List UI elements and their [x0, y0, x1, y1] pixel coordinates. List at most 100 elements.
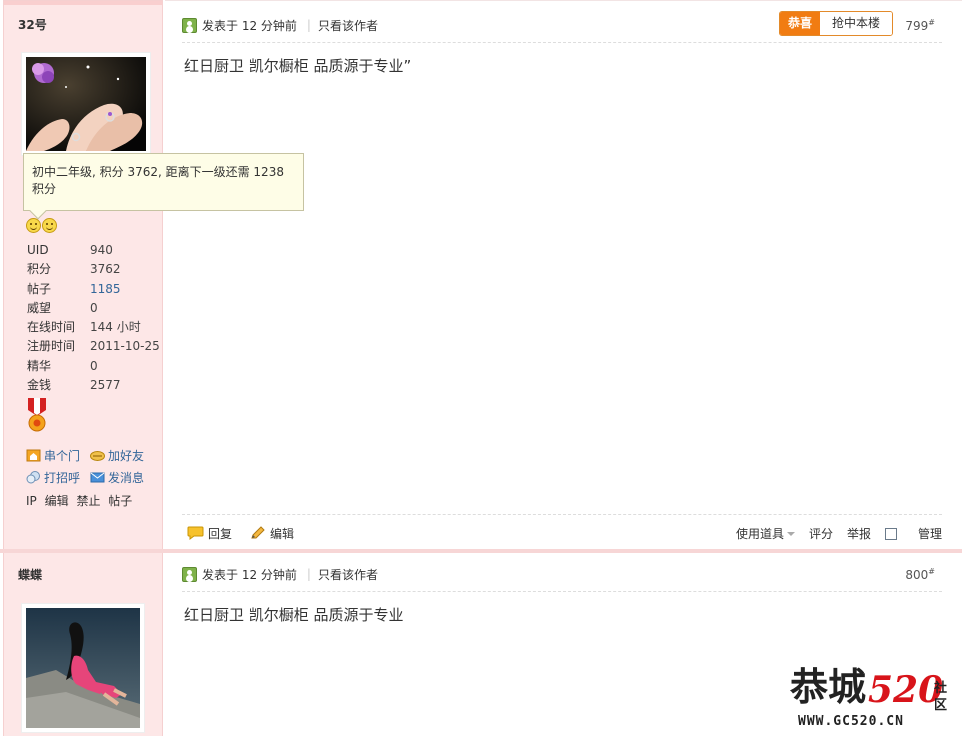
rate-button[interactable]: 评分	[809, 525, 833, 542]
chat-bubble-icon	[26, 470, 40, 483]
greet-label: 打招呼	[44, 470, 81, 485]
stat-value: 3762	[90, 262, 121, 277]
logo-text-cn: 恭城	[790, 664, 866, 709]
author-sidebar: 32号 初中二年级, 积分 3762, 距离下一级还需 1238 积分 UID …	[3, 0, 304, 549]
use-tools-label: 使用道具	[735, 526, 784, 541]
admin-posts-link[interactable]: 帖子	[108, 494, 132, 508]
report-button[interactable]: 举报	[847, 525, 871, 542]
avatar[interactable]	[21, 603, 145, 733]
reply-button[interactable]: 回复	[187, 525, 232, 542]
admin-ban-link[interactable]: 禁止	[76, 494, 100, 508]
home-icon	[26, 449, 41, 461]
send-message-label: 发消息	[108, 470, 145, 485]
stat-value: 0	[90, 300, 98, 315]
post-time: 发表于 12 分钟前	[202, 18, 297, 33]
reply-label: 回复	[208, 526, 233, 541]
tooltip-arrow	[29, 202, 47, 220]
envelope-icon	[90, 472, 105, 482]
author-name[interactable]: 蝶蝶	[18, 566, 42, 583]
edit-button[interactable]: 编辑	[250, 525, 294, 542]
stat-prestige: 威望 0	[27, 299, 162, 318]
admin-links: IP 编辑 禁止 帖子	[26, 492, 132, 509]
stat-register-date: 注册时间 2011-10-25	[27, 337, 162, 356]
logo-url: WWW.GC520.CN	[798, 714, 904, 729]
site-watermark-logo: 恭城 520 社 区 WWW.GC520.CN	[789, 660, 960, 734]
divider	[182, 591, 942, 592]
use-tools-dropdown[interactable]: 使用道具	[722, 525, 795, 542]
stat-points: 积分 3762	[27, 260, 162, 279]
stat-label: 精华	[27, 358, 52, 373]
floor-number[interactable]: 799#	[905, 18, 935, 33]
stat-label: 注册时间	[27, 339, 76, 354]
gift-label: 恭喜	[780, 12, 821, 35]
floor-mark: #	[928, 18, 935, 27]
avatar-image	[26, 57, 146, 151]
stat-online-time: 在线时间 144 小时	[27, 318, 162, 337]
stat-uid: UID 940	[27, 241, 162, 260]
post-content: 红日厨卫 凯尔橱柜 品质源于专业	[184, 606, 404, 624]
post-info: 发表于 12 分钟前 | 只看该作者	[182, 564, 942, 584]
handshake-icon	[90, 450, 105, 461]
online-status-icon	[182, 17, 197, 33]
stat-posts: 帖子 1185	[27, 280, 162, 299]
author-sidebar: 蝶蝶	[3, 553, 163, 736]
stat-value: 2011-10-25	[90, 339, 160, 354]
avatar[interactable]	[21, 52, 151, 156]
send-message-button[interactable]: 发消息	[90, 469, 154, 486]
level-stars	[26, 218, 58, 236]
add-friend-label: 加好友	[108, 448, 145, 463]
post-toolbar: 回复 编辑 使用道具 评分 举报 管理	[187, 523, 942, 543]
floor-number[interactable]: 800#	[905, 567, 935, 582]
logo-graphic: 恭城 520 社 区 WWW.GC520.CN	[789, 664, 947, 729]
author-stats: UID 940 积分 3762 帖子 1185 威望 0 在线时间 144 小时 注册时间…	[27, 241, 162, 395]
divider: |	[306, 567, 311, 581]
stat-posts-link[interactable]: 1185	[90, 280, 121, 299]
floor-value: 800	[905, 568, 929, 582]
stat-value: 2577	[90, 378, 121, 393]
only-author-link[interactable]: 只看该作者	[318, 566, 378, 583]
post-body: 发表于 12 分钟前 | 只看该作者 恭喜 抢中本楼 799# 红日厨卫 凯尔橱…	[165, 0, 962, 549]
greet-button[interactable]: 打招呼	[26, 469, 90, 486]
level-tooltip: 初中二年级, 积分 3762, 距离下一级还需 1238 积分	[23, 153, 304, 220]
stat-label: 在线时间	[27, 320, 76, 335]
stat-value: 144 小时	[90, 320, 141, 335]
visit-label: 串个门	[44, 448, 81, 463]
sidebar-top-border	[4, 1, 162, 5]
logo-text-side-top: 社	[933, 680, 947, 696]
manage-control[interactable]: 管理	[884, 525, 942, 542]
divider	[182, 42, 942, 43]
lucky-floor-badge[interactable]: 恭喜 抢中本楼	[779, 11, 894, 36]
author-name[interactable]: 32号	[18, 16, 47, 33]
post-content: 红日厨卫 凯尔橱柜 品质源于专业”	[184, 57, 412, 75]
logo-text-number: 520	[868, 669, 943, 711]
logo-text-side-bottom: 区	[934, 698, 947, 713]
avatar-image	[26, 608, 140, 728]
floor-mark: #	[928, 567, 935, 576]
add-friend-button[interactable]: 加好友	[90, 447, 154, 464]
stat-label: 积分	[27, 262, 52, 277]
author-actions: 串个门 加好友 打招呼 发消息	[26, 444, 166, 488]
stat-label: UID	[27, 243, 49, 257]
admin-ip-link[interactable]: IP	[26, 494, 37, 508]
visit-button[interactable]: 串个门	[26, 447, 90, 464]
stat-money: 金钱 2577	[27, 376, 162, 395]
admin-edit-link[interactable]: 编辑	[45, 494, 69, 508]
author-actions-row: 串个门 加好友	[26, 444, 166, 466]
author-actions-row: 打招呼 发消息	[26, 466, 166, 488]
manage-label: 管理	[917, 526, 942, 541]
medal-icon[interactable]	[26, 398, 48, 432]
level-tooltip-text: 初中二年级, 积分 3762, 距离下一级还需 1238 积分	[32, 165, 284, 196]
smiley-icon	[42, 218, 57, 233]
post-toolbar-right: 使用道具 评分 举报 管理	[708, 525, 942, 542]
gift-action: 抢中本楼	[820, 12, 893, 35]
smiley-icon	[26, 218, 41, 233]
only-author-link[interactable]: 只看该作者	[318, 17, 378, 34]
online-status-icon	[182, 566, 197, 582]
divider: |	[306, 18, 311, 32]
post-toolbar-left: 回复 编辑	[187, 525, 312, 542]
stat-label: 帖子	[27, 281, 52, 296]
manage-checkbox[interactable]	[884, 527, 897, 540]
pencil-icon	[251, 526, 265, 539]
stat-label: 威望	[27, 300, 52, 315]
floor-value: 799	[905, 19, 929, 33]
